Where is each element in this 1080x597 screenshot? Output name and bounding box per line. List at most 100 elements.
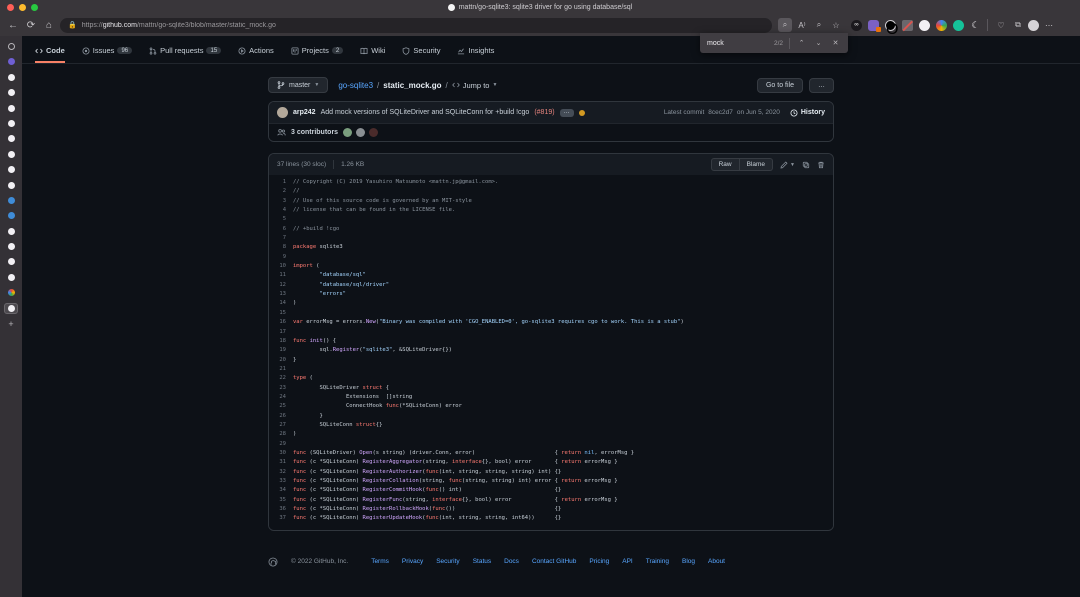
commit-hash[interactable]: 8cec2d7 (708, 109, 733, 116)
line-number[interactable]: 22 (269, 375, 293, 384)
browser-tab-10[interactable] (4, 180, 18, 191)
go-to-file-button[interactable]: Go to file (757, 78, 803, 93)
footer-link-pricing[interactable]: Pricing (589, 558, 609, 565)
footer-link-status[interactable]: Status (473, 558, 491, 565)
browser-tab-8[interactable] (4, 149, 18, 160)
line-number[interactable]: 16 (269, 319, 293, 328)
home-icon[interactable]: ⌂ (40, 20, 58, 31)
line-number[interactable]: 34 (269, 487, 293, 496)
disabled-slash-extension-icon[interactable] (902, 20, 913, 31)
commit-author-avatar[interactable] (277, 107, 288, 118)
tab-actions[interactable]: Actions (238, 46, 274, 63)
commit-status-icon[interactable] (579, 110, 585, 116)
find-close-icon[interactable]: ✕ (830, 39, 841, 47)
raw-button[interactable]: Raw (711, 158, 740, 171)
line-number[interactable]: 9 (269, 254, 293, 263)
find-previous-icon[interactable]: ⌃ (796, 39, 807, 47)
footer-link-blog[interactable]: Blog (682, 558, 695, 565)
line-number[interactable]: 25 (269, 403, 293, 412)
find-next-icon[interactable]: ⌄ (813, 39, 824, 47)
commit-pr-link[interactable]: (#819) (534, 109, 554, 116)
line-number[interactable]: 23 (269, 385, 293, 394)
browser-tab-15[interactable] (4, 256, 18, 267)
line-number[interactable]: 36 (269, 506, 293, 515)
browser-tab-11[interactable] (4, 195, 18, 206)
footer-link-api[interactable]: API (622, 558, 632, 565)
line-number[interactable]: 1 (269, 179, 293, 188)
footer-link-contact-github[interactable]: Contact GitHub (532, 558, 576, 565)
line-number[interactable]: 31 (269, 459, 293, 468)
browser-tab-6[interactable] (4, 118, 18, 129)
contributor-avatar-3[interactable] (369, 128, 378, 137)
browser-tab-7[interactable] (4, 133, 18, 144)
line-number[interactable]: 19 (269, 347, 293, 356)
line-number[interactable]: 28 (269, 431, 293, 440)
profile-avatar[interactable] (1028, 20, 1039, 31)
zoom-icon[interactable]: ⌕ (812, 18, 826, 32)
browser-tab-5[interactable] (4, 103, 18, 114)
line-number[interactable]: 5 (269, 216, 293, 225)
line-number[interactable]: 17 (269, 329, 293, 338)
line-number[interactable]: 12 (269, 282, 293, 291)
white-circle-extension-icon[interactable] (919, 20, 930, 31)
line-number[interactable]: 14 (269, 300, 293, 309)
branch-selector[interactable]: master ▼ (268, 77, 328, 93)
tab-code[interactable]: Code (35, 46, 65, 63)
contributor-avatar-2[interactable] (356, 128, 365, 137)
jump-to-dropdown[interactable]: Jump to ▼ (452, 81, 498, 90)
line-number[interactable]: 20 (269, 357, 293, 366)
contributor-avatar-1[interactable] (343, 128, 352, 137)
tab-wiki[interactable]: Wiki (360, 46, 385, 63)
copy-button[interactable] (802, 161, 810, 169)
browser-tab-3[interactable] (4, 72, 18, 83)
tab-pull-requests[interactable]: Pull requests15 (149, 46, 221, 63)
footer-link-docs[interactable]: Docs (504, 558, 519, 565)
blame-button[interactable]: Blame (740, 158, 773, 171)
more-options-button[interactable]: … (809, 78, 834, 93)
refresh-icon[interactable]: ⟳ (22, 20, 40, 31)
browser-essentials-icon[interactable]: ♡ (994, 18, 1008, 32)
browser-tab-16[interactable] (4, 272, 18, 283)
line-number[interactable]: 29 (269, 441, 293, 450)
line-number[interactable]: 7 (269, 235, 293, 244)
footer-link-training[interactable]: Training (646, 558, 669, 565)
contributors-label[interactable]: 3 contributors (291, 129, 338, 136)
commit-author[interactable]: arp242 (293, 109, 316, 116)
favorite-star-icon[interactable]: ☆ (829, 18, 843, 32)
browser-tab-1[interactable] (4, 41, 18, 52)
line-number[interactable]: 27 (269, 422, 293, 431)
line-number[interactable]: 24 (269, 394, 293, 403)
line-number[interactable]: 8 (269, 244, 293, 253)
browser-tab-2[interactable] (4, 56, 18, 67)
commit-message[interactable]: Add mock versions of SQLiteDriver and SQ… (321, 109, 530, 116)
back-icon[interactable]: ← (4, 20, 22, 31)
line-number[interactable]: 2 (269, 188, 293, 197)
find-on-page-icon[interactable]: ⌕ (778, 18, 792, 32)
browser-tab-9[interactable] (4, 164, 18, 175)
line-number[interactable]: 32 (269, 469, 293, 478)
tab-insights[interactable]: Insights (457, 46, 494, 63)
browser-tab-17[interactable] (4, 287, 18, 298)
colorful-extension-icon[interactable] (936, 20, 947, 31)
line-number[interactable]: 11 (269, 272, 293, 281)
commit-description-toggle[interactable]: … (560, 109, 574, 117)
edit-button[interactable]: ▼ (780, 161, 795, 169)
line-number[interactable]: 3 (269, 198, 293, 207)
green-circle-extension-icon[interactable] (953, 20, 964, 31)
browser-tab-14[interactable] (4, 241, 18, 252)
read-aloud-icon[interactable]: A⁾ (795, 18, 809, 32)
line-number[interactable]: 37 (269, 515, 293, 524)
line-number[interactable]: 10 (269, 263, 293, 272)
settings-menu-icon[interactable]: ⋯ (1042, 18, 1056, 32)
footer-link-security[interactable]: Security (436, 558, 459, 565)
find-input[interactable]: mock (707, 40, 768, 47)
line-number[interactable]: 21 (269, 366, 293, 375)
line-number[interactable]: 6 (269, 226, 293, 235)
line-number[interactable]: 35 (269, 497, 293, 506)
footer-link-terms[interactable]: Terms (371, 558, 389, 565)
history-button[interactable]: History (790, 109, 825, 117)
footer-link-privacy[interactable]: Privacy (402, 558, 423, 565)
dark-circle-extension-icon[interactable]: ∞ (851, 20, 862, 31)
collections-icon[interactable]: ⧉ (1011, 18, 1025, 32)
moon-extension-icon[interactable]: ☾ (970, 20, 981, 31)
